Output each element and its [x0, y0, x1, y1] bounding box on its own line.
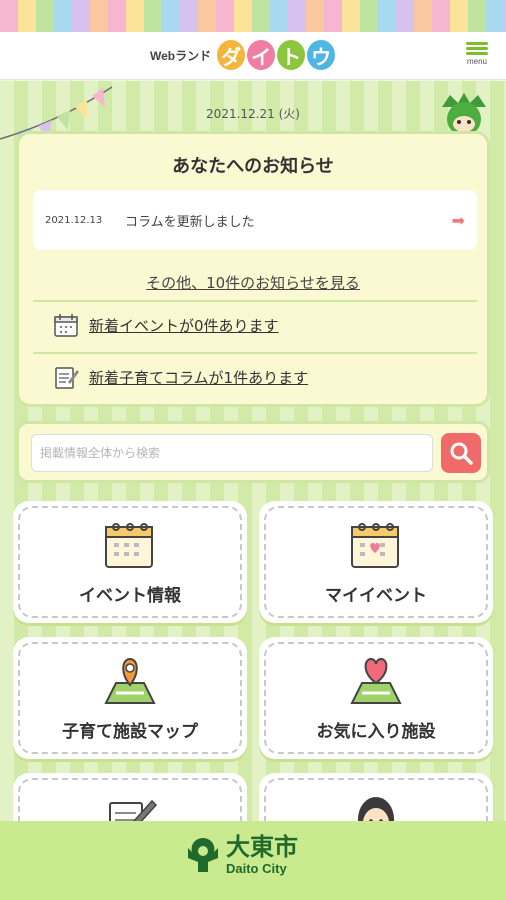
- map-pin-icon: [104, 657, 156, 704]
- logo-prefix: Webランド: [150, 48, 212, 63]
- more-notices-link[interactable]: その他、10件のお知らせを見る: [19, 272, 487, 293]
- notice-panel: あなたへのお知らせ 2021.12.13 コラムを更新しました ➡ その他、10…: [16, 131, 490, 407]
- app-header: Webランド ダイトウ menu: [0, 32, 506, 80]
- memo-icon: [55, 367, 79, 389]
- calendar-icon: [54, 314, 78, 337]
- notice-title: あなたへのお知らせ: [172, 156, 334, 177]
- city-logo[interactable]: 大東市 Daito City: [186, 833, 298, 876]
- tile-label: イベント情報: [79, 586, 181, 606]
- menu-button[interactable]: menu: [460, 40, 494, 74]
- logo-letter: イ: [245, 38, 278, 72]
- logo-letter: ウ: [305, 38, 338, 72]
- logo-letters: ダイトウ: [215, 38, 338, 72]
- hamburger-icon: [466, 42, 488, 45]
- search-panel: [16, 421, 490, 483]
- footer: 大東市 Daito City: [0, 821, 506, 900]
- tile-favorite-facilities[interactable]: お気に入り施設: [259, 637, 493, 759]
- search-icon: [450, 442, 473, 465]
- notice-item[interactable]: 2021.12.13 コラムを更新しました ➡: [33, 190, 477, 250]
- new-columns-text: 新着子育てコラムが1件あります: [89, 368, 309, 387]
- search-input[interactable]: [31, 434, 433, 472]
- notice-text: コラムを更新しました: [125, 214, 255, 230]
- new-columns-row[interactable]: 新着子育てコラムが1件あります: [33, 352, 477, 400]
- search-button[interactable]: [441, 433, 481, 473]
- city-emblem-icon: [188, 837, 218, 872]
- new-events-row[interactable]: 新着イベントが0件あります: [33, 300, 477, 348]
- tile-label: マイイベント: [325, 586, 427, 606]
- menu-label: menu: [466, 57, 487, 66]
- city-name: 大東市 Daito City: [226, 833, 298, 876]
- tile-label: お気に入り施設: [316, 722, 436, 742]
- calendar-heart-icon: [351, 523, 399, 568]
- logo-letter: ダ: [215, 38, 248, 72]
- pen-paper-icon: [109, 799, 158, 821]
- city-name-jp: 大東市: [226, 833, 298, 861]
- map-heart-icon: [350, 657, 402, 704]
- hamburger-bar: [466, 47, 488, 50]
- new-events-text: 新着イベントが0件あります: [89, 316, 279, 335]
- calendar-icon: [105, 523, 153, 568]
- tile-label: 子育て施設マップ: [62, 722, 198, 742]
- city-name-en: Daito City: [226, 861, 287, 876]
- hamburger-bar: [466, 52, 488, 55]
- tile-profile[interactable]: [259, 773, 493, 821]
- tile-facility-map[interactable]: 子育て施設マップ: [13, 637, 247, 759]
- main-content[interactable]: 2021.12.21 (火) あなたへのお知らせ 2021.12.13 コラムを…: [0, 81, 506, 821]
- arrow-right-icon: ➡: [451, 210, 465, 230]
- top-stripe-decoration: [0, 0, 506, 32]
- tile-column[interactable]: [13, 773, 247, 821]
- notice-date: 2021.12.13: [45, 214, 103, 226]
- tile-event-info[interactable]: イベント情報: [13, 501, 247, 623]
- current-date: 2021.12.21 (火): [206, 107, 300, 121]
- app-logo[interactable]: Webランド ダイトウ: [150, 38, 338, 72]
- tile-my-event[interactable]: マイイベント: [259, 501, 493, 623]
- logo-letter: ト: [275, 38, 308, 72]
- person-icon: [358, 797, 394, 821]
